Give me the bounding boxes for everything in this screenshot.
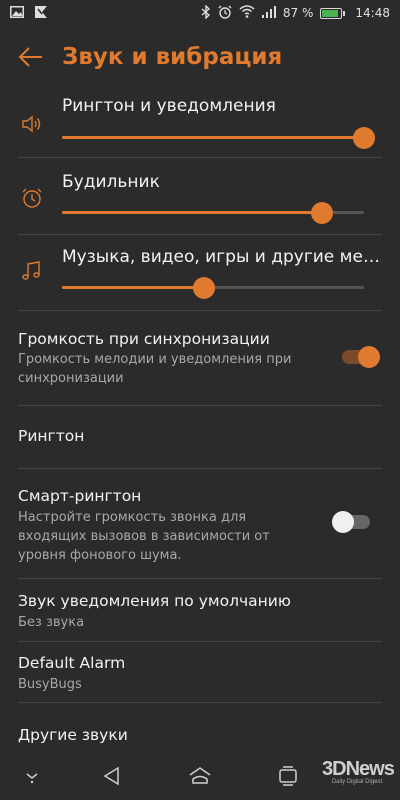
music-note-icon xyxy=(20,259,44,283)
volume-row-media: Музыка, видео, игры и другие медиа… xyxy=(0,245,400,319)
other-sounds-setting[interactable]: Другие звуки xyxy=(18,726,382,744)
divider xyxy=(18,702,382,703)
setting-value: Без звука xyxy=(18,615,85,630)
default-notification-setting[interactable]: Звук уведомления по умолчанию Без звука xyxy=(18,592,382,632)
slider-fill xyxy=(62,211,322,214)
recents-icon xyxy=(279,766,297,786)
sync-volume-setting[interactable]: Громкость при синхронизации Громкость ме… xyxy=(18,330,382,388)
signal-icon xyxy=(261,5,276,21)
slider-thumb[interactable] xyxy=(310,202,333,224)
alarm-clock-icon xyxy=(20,186,44,210)
setting-title: Смарт-рингтон xyxy=(18,487,142,505)
app-bar: Звук и вибрация xyxy=(0,34,400,80)
setting-value: BusyBugs xyxy=(18,677,82,692)
divider xyxy=(18,578,382,579)
bluetooth-icon xyxy=(201,3,211,22)
divider xyxy=(18,641,382,642)
volume-label: Будильник xyxy=(62,172,160,192)
divider xyxy=(18,310,382,311)
slider-thumb[interactable] xyxy=(192,277,215,299)
divider xyxy=(18,468,382,469)
ringtone-setting[interactable]: Рингтон xyxy=(18,427,382,445)
image-icon xyxy=(10,5,24,21)
battery-icon xyxy=(320,7,346,19)
media-volume-slider[interactable] xyxy=(62,276,364,300)
sync-volume-toggle[interactable] xyxy=(340,346,380,368)
clock: 14:48 xyxy=(355,6,390,20)
back-button[interactable] xyxy=(16,42,46,72)
home-nav-button[interactable] xyxy=(188,764,212,788)
slider-thumb[interactable] xyxy=(353,127,375,149)
collapse-nav-button[interactable] xyxy=(20,764,44,788)
arrow-left-icon xyxy=(18,47,42,67)
battery-level-fill xyxy=(322,9,339,17)
volume-label: Музыка, видео, игры и другие медиа… xyxy=(62,247,382,267)
default-alarm-setting[interactable]: Default Alarm BusyBugs xyxy=(18,654,382,694)
chevron-down-icon xyxy=(26,773,38,784)
wifi-icon xyxy=(239,5,255,21)
recents-nav-button[interactable] xyxy=(276,764,300,788)
watermark-logo-text: 3DNews xyxy=(322,758,395,780)
setting-title: Рингтон xyxy=(18,427,85,445)
watermark-logo: 3DNews Daily Digital Digest xyxy=(322,758,395,794)
watermark-tagline: Daily Digital Digest xyxy=(331,779,383,785)
alarm-icon xyxy=(218,5,232,22)
page-title: Звук и вибрация xyxy=(62,44,283,70)
divider xyxy=(18,234,382,235)
slider-fill xyxy=(62,286,204,289)
setting-title: Default Alarm xyxy=(18,654,126,672)
home-icon xyxy=(189,767,211,784)
setting-title: Громкость при синхронизации xyxy=(18,330,270,348)
speaker-icon xyxy=(20,112,44,136)
status-bar: 87 % 14:48 xyxy=(0,0,400,26)
slider-fill xyxy=(62,136,364,139)
toggle-knob xyxy=(358,346,380,368)
smart-ringtone-setting[interactable]: Смарт-рингтон Настройте громкость звонка… xyxy=(18,487,382,565)
smart-ringtone-toggle[interactable] xyxy=(332,511,372,533)
setting-title: Другие звуки xyxy=(18,726,128,744)
setting-title: Звук уведомления по умолчанию xyxy=(18,592,291,610)
divider xyxy=(18,405,382,406)
divider xyxy=(18,157,382,158)
setting-subtitle: Громкость мелодии и уведомления при синх… xyxy=(18,352,292,386)
volume-label: Рингтон и уведомления xyxy=(62,96,276,116)
setting-subtitle: Настройте громкость звонка для входящих … xyxy=(18,510,270,563)
flag-icon xyxy=(34,5,48,22)
ringtone-volume-slider[interactable] xyxy=(62,126,375,150)
battery-percent: 87 % xyxy=(282,6,314,20)
volume-row-alarm: Будильник xyxy=(0,170,400,244)
triangle-back-icon xyxy=(103,766,119,786)
back-nav-button[interactable] xyxy=(100,764,124,788)
toggle-knob xyxy=(332,511,354,533)
alarm-volume-slider[interactable] xyxy=(62,201,364,225)
